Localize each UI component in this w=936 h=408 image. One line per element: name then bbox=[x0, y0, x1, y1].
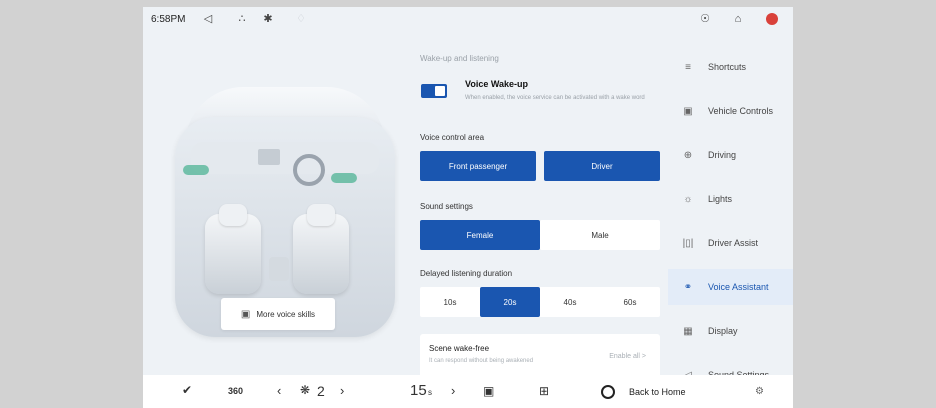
control-area-label: Voice control area bbox=[420, 133, 485, 142]
signal-icon: ∴ bbox=[238, 13, 246, 25]
fan-decrease-button[interactable]: ‹ bbox=[277, 383, 281, 398]
back-to-home-button[interactable]: Back to Home bbox=[583, 375, 705, 408]
fan-icon: ❋ bbox=[300, 383, 311, 397]
microphone-icon[interactable]: ☉ bbox=[698, 13, 712, 25]
book-icon: ▣ bbox=[240, 308, 251, 320]
scene-wake-free-card[interactable]: Scene wake-free It can respond without b… bbox=[420, 334, 660, 380]
male-voice-button[interactable]: Male bbox=[540, 220, 660, 250]
screen: 6:58PM ◁ ∴ ✱ ♢ ☉ ⌂ ▣ More voice skills W… bbox=[143, 7, 793, 408]
car-controls-icon[interactable]: ▣ bbox=[483, 384, 494, 398]
temperature-value: 15 bbox=[410, 382, 427, 399]
sliders-icon: ≡ bbox=[685, 61, 691, 73]
center-display bbox=[258, 149, 280, 165]
delay-20s-option[interactable]: 20s bbox=[480, 287, 540, 317]
steering-wheel bbox=[293, 154, 325, 186]
enable-all-link[interactable]: Enable all > bbox=[609, 353, 646, 360]
sidebar-item-lights[interactable]: ☼ Lights bbox=[668, 181, 793, 217]
voice-wakeup-description: When enabled, the voice service can be a… bbox=[465, 95, 645, 101]
sidebar-item-label: Vehicle Controls bbox=[708, 106, 774, 116]
steering-icon: ⊕ bbox=[683, 149, 693, 161]
fan-increase-button[interactable]: › bbox=[340, 383, 344, 398]
voice-wakeup-title: Voice Wake-up bbox=[465, 79, 529, 89]
apps-grid-icon[interactable]: ⊞ bbox=[539, 384, 549, 398]
dashboard bbox=[191, 142, 379, 174]
seat-heating-icon[interactable]: ✔ bbox=[182, 383, 192, 397]
home-circle-icon bbox=[601, 384, 615, 399]
sidebar-item-vehicle-controls[interactable]: ▣ Vehicle Controls bbox=[668, 93, 793, 129]
bottom-dock: ✔ 360 ‹ ❋ 2 › 15 s › ▣ ⊞ Back to Home ⚙ bbox=[143, 375, 793, 408]
sidebar-item-shortcuts[interactable]: ≡ Shortcuts bbox=[668, 49, 793, 85]
female-voice-button[interactable]: Female bbox=[420, 220, 540, 250]
driver-seat bbox=[293, 204, 349, 294]
settings-gear-icon[interactable]: ⚙ bbox=[755, 386, 764, 397]
sidebar-item-voice-assistant[interactable]: ⚭ Voice Assistant bbox=[668, 269, 793, 305]
delay-10s-option[interactable]: 10s bbox=[420, 287, 480, 317]
volume-icon[interactable]: ◁ bbox=[201, 13, 215, 25]
car-illustration: ▣ More voice skills bbox=[163, 77, 408, 339]
passenger-zone-glow bbox=[183, 165, 209, 175]
notification-bell-icon[interactable]: ⌂ bbox=[731, 13, 745, 25]
fan-speed-value: 2 bbox=[317, 383, 325, 399]
more-voice-skills-label: More voice skills bbox=[256, 309, 316, 319]
wifi-icon: ♢ bbox=[296, 13, 306, 25]
clock: 6:58PM bbox=[151, 14, 186, 25]
front-passenger-button[interactable]: Front passenger bbox=[420, 151, 536, 181]
delay-label: Delayed listening duration bbox=[420, 269, 513, 278]
driver-button[interactable]: Driver bbox=[544, 151, 660, 181]
sidebar-item-driving[interactable]: ⊕ Driving bbox=[668, 137, 793, 173]
driver-zone-glow bbox=[331, 173, 357, 183]
sidebar-item-label: Driver Assist bbox=[708, 238, 759, 248]
car-icon: ▣ bbox=[683, 105, 693, 117]
center-console bbox=[269, 257, 289, 281]
sidebar-item-driver-assist[interactable]: |▯| Driver Assist bbox=[668, 225, 793, 261]
sidebar-item-label: Driving bbox=[708, 150, 737, 160]
voice-icon: ⚭ bbox=[683, 281, 693, 293]
front-passenger-seat bbox=[205, 204, 261, 294]
voice-wakeup-toggle[interactable] bbox=[421, 84, 447, 98]
assist-icon: |▯| bbox=[682, 237, 694, 249]
status-bar: 6:58PM ◁ ∴ ✱ ♢ ☉ ⌂ bbox=[143, 7, 793, 33]
delay-40s-option[interactable]: 40s bbox=[540, 287, 600, 317]
sidebar-item-label: Shortcuts bbox=[708, 62, 747, 72]
display-icon: ▦ bbox=[683, 325, 693, 337]
sidebar-item-label: Lights bbox=[708, 194, 733, 204]
back-to-home-label: Back to Home bbox=[629, 386, 686, 397]
scene-wake-free-title: Scene wake-free bbox=[429, 344, 490, 353]
delay-60s-option[interactable]: 60s bbox=[600, 287, 660, 317]
sidebar-item-label: Display bbox=[708, 326, 738, 336]
sidebar-item-display[interactable]: ▦ Display bbox=[668, 313, 793, 349]
bluetooth-icon[interactable]: ✱ bbox=[261, 13, 275, 25]
light-icon: ☼ bbox=[683, 193, 693, 205]
sound-settings-label: Sound settings bbox=[420, 202, 473, 211]
temperature-increase-button[interactable]: › bbox=[451, 383, 455, 398]
scene-wake-free-description: It can respond without being awakened bbox=[429, 358, 534, 364]
wakeup-section-label: Wake-up and listening bbox=[420, 54, 499, 63]
temperature-unit: s bbox=[428, 388, 432, 397]
more-voice-skills-button[interactable]: ▣ More voice skills bbox=[221, 298, 335, 330]
surround-view-360-button[interactable]: 360 bbox=[228, 386, 243, 396]
avatar[interactable] bbox=[766, 13, 778, 25]
sidebar-item-label: Voice Assistant bbox=[708, 282, 769, 292]
